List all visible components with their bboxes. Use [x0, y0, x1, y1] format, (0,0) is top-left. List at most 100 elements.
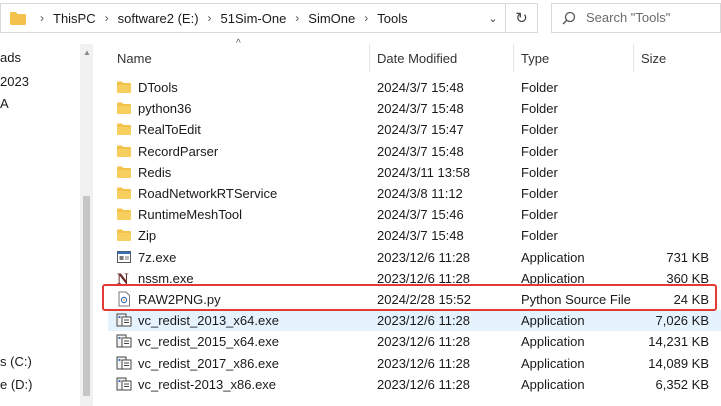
file-type: Folder — [521, 143, 558, 159]
file-type: Application — [521, 376, 585, 392]
column-divider[interactable] — [633, 44, 634, 72]
file-type: Folder — [521, 186, 558, 201]
file-name: DTools — [138, 80, 178, 95]
highlight-box — [102, 284, 717, 311]
chevron-down-icon[interactable]: ⌄ — [481, 4, 505, 32]
chevron-right-icon[interactable]: › — [199, 11, 221, 25]
installer-icon — [116, 355, 132, 371]
file-type: Folder — [521, 101, 558, 117]
nav-item[interactable]: ads — [0, 50, 21, 65]
folder-row[interactable]: RuntimeMeshTool 2024/3/7 15:46 Folder — [108, 204, 721, 225]
folder-icon — [116, 185, 132, 201]
folder-row[interactable]: Zip 2024/3/7 15:48 Folder — [108, 225, 721, 246]
nav-item-drive-c[interactable]: s (C:) — [0, 354, 32, 369]
file-date: 2023/12/6 11:28 — [377, 313, 471, 329]
file-name: vc_redist-2013_x86.exe — [138, 376, 277, 392]
file-size: 14,231 KB — [648, 334, 709, 350]
folder-row[interactable]: RecordParser 2024/3/7 15:48 Folder — [108, 141, 721, 162]
file-type: Folder — [521, 122, 558, 138]
nav-scroll-thumb[interactable] — [83, 196, 90, 396]
sort-up-icon: ^ — [236, 38, 241, 49]
folder-icon — [116, 121, 132, 137]
address-row: › ThisPC › software2 (E:) › 51Sim-One › … — [0, 0, 721, 37]
column-header-type[interactable]: Type — [521, 44, 549, 72]
folder-row[interactable]: RoadNetworkRTService 2024/3/8 11:12 Folder — [108, 183, 721, 204]
file-row[interactable]: vc_redist_2013_x64.exe 2023/12/6 11:28 App… — [108, 310, 721, 332]
folder-icon — [116, 164, 132, 180]
file-date: 2024/3/11 13:58 — [377, 164, 471, 180]
chevron-right-icon[interactable]: › — [355, 11, 377, 25]
folder-row[interactable]: DTools 2024/3/7 15:48 Folder — [108, 77, 721, 98]
file-row[interactable]: vc_redist-2013_x86.exe 2023/12/6 11:28 App… — [108, 374, 721, 395]
file-row[interactable]: vc_redist_2015_x64.exe 2023/12/6 11:28 App… — [108, 331, 721, 352]
chevron-right-icon[interactable]: › — [286, 11, 308, 25]
search-input[interactable]: Search "Tools" — [586, 10, 670, 25]
folder-icon — [116, 100, 132, 116]
breadcrumb: › ThisPC › software2 (E:) › 51Sim-One › … — [31, 4, 408, 32]
file-name: vc_redist_2015_x64.exe — [138, 334, 279, 350]
file-date: 2023/12/6 11:28 — [377, 249, 471, 265]
file-name: vc_redist_2013_x64.exe — [138, 313, 279, 329]
file-name: Redis — [138, 164, 172, 180]
file-type: Application — [521, 249, 585, 265]
folder-row[interactable]: python36 2024/3/7 15:48 Folder — [108, 98, 721, 119]
file-row[interactable]: 7z.exe 2023/12/6 11:28 Application 731 KB — [108, 247, 721, 268]
column-divider[interactable] — [513, 44, 514, 72]
breadcrumb-item[interactable]: 51Sim-One — [221, 11, 287, 26]
file-type: Folder — [521, 164, 558, 180]
file-name: RuntimeMeshTool — [138, 207, 243, 223]
file-size: 14,089 KB — [648, 355, 709, 371]
installer-icon — [116, 312, 132, 328]
breadcrumb-item[interactable]: ThisPC — [53, 11, 96, 26]
folder-row[interactable]: Redis 2024/3/11 13:58 Folder — [108, 162, 721, 183]
folder-icon — [10, 12, 26, 25]
column-header-date[interactable]: Date Modified — [377, 44, 457, 72]
file-date: 2024/3/8 11:12 — [377, 186, 463, 201]
refresh-icon: ↻ — [515, 10, 528, 27]
file-row[interactable]: vc_redist_2017_x86.exe 2023/12/6 11:28 App… — [108, 353, 721, 374]
file-name: RoadNetworkRTService — [138, 186, 278, 201]
file-type: Application — [521, 334, 585, 350]
file-date: 2024/3/7 15:48 — [377, 143, 464, 159]
chevron-right-icon[interactable]: › — [96, 11, 118, 25]
column-divider[interactable] — [369, 44, 370, 72]
folder-icon — [116, 79, 132, 95]
folder-row[interactable]: RealToEdit 2024/3/7 15:47 Folder — [108, 119, 721, 140]
file-size: 6,352 KB — [655, 376, 710, 392]
folder-icon — [116, 206, 132, 222]
file-type: Folder — [521, 207, 558, 223]
nav-item-drive-d[interactable]: e (D:) — [0, 377, 33, 392]
file-name: python36 — [138, 101, 192, 117]
file-name: RealToEdit — [138, 122, 201, 138]
installer-icon — [116, 333, 132, 349]
file-type: Folder — [521, 80, 558, 95]
search-icon — [562, 11, 576, 25]
file-type: Application — [521, 313, 585, 329]
address-bar[interactable]: › ThisPC › software2 (E:) › 51Sim-One › … — [0, 3, 506, 33]
file-date: 2024/3/7 15:46 — [377, 207, 464, 223]
column-header-name[interactable]: Name — [117, 44, 152, 72]
file-date: 2024/3/7 15:48 — [377, 101, 464, 117]
breadcrumb-item[interactable]: Tools — [377, 11, 407, 26]
file-date: 2024/3/7 15:47 — [377, 122, 464, 138]
nav-item[interactable]: A — [0, 96, 9, 111]
file-type: Folder — [521, 228, 558, 244]
installer-icon — [116, 376, 132, 392]
breadcrumb-item[interactable]: SimOne — [308, 11, 355, 26]
scroll-up-icon[interactable]: ▲ — [83, 48, 91, 57]
breadcrumb-item[interactable]: software2 (E:) — [118, 11, 199, 26]
file-date: 2023/12/6 11:28 — [377, 376, 471, 392]
refresh-button[interactable]: ↻ — [506, 3, 538, 33]
chevron-right-icon[interactable]: › — [31, 11, 53, 25]
nav-item[interactable]: 2023 — [0, 74, 29, 89]
column-header-size[interactable]: Size — [641, 44, 666, 72]
file-date: 2023/12/6 11:28 — [377, 334, 471, 350]
file-date: 2023/12/6 11:28 — [377, 355, 471, 371]
file-name: RecordParser — [138, 143, 219, 159]
app-window-icon — [116, 249, 132, 265]
file-size: 7,026 KB — [655, 313, 710, 329]
search-box[interactable]: Search "Tools" — [551, 3, 721, 33]
file-name: 7z.exe — [138, 249, 177, 265]
folder-icon — [116, 227, 132, 243]
file-name: Zip — [138, 228, 157, 244]
